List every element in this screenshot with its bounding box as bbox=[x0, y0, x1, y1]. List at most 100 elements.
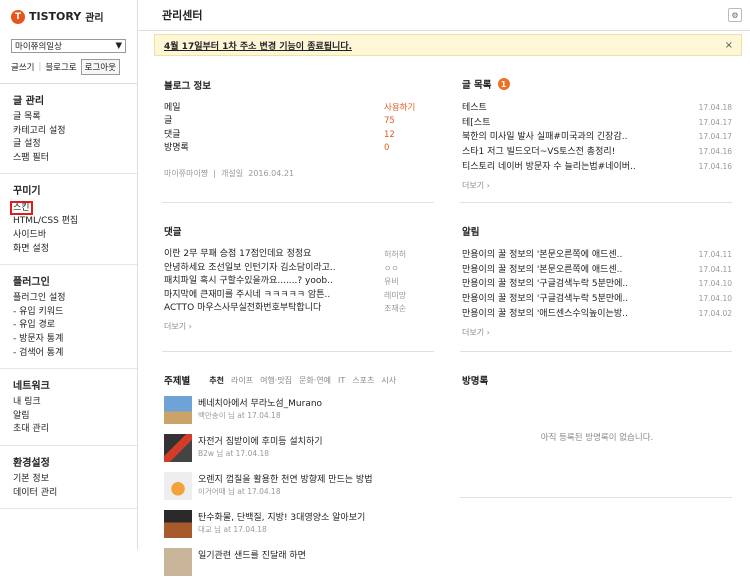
sidebar-item-visitor-stats[interactable]: - 방문자 통계 bbox=[13, 333, 137, 347]
post-title[interactable]: 스타1 저그 빌드오더~VS토스전 총정리! bbox=[462, 145, 615, 160]
list-item[interactable]: 만용이의 꿀 정보의 '구글검색누락 5분만에.. 17.04.10 bbox=[462, 277, 732, 292]
post-title[interactable]: 테스트 bbox=[462, 101, 487, 116]
feed-title[interactable]: 베네치아에서 무라노섬_Murano bbox=[198, 398, 322, 410]
thumbnail[interactable] bbox=[164, 396, 192, 424]
sidebar-item-invites[interactable]: 초대 관리 bbox=[13, 423, 137, 437]
list-item[interactable]: 티스토리 네이버 방문자 수 늘리는법#네이버.. 17.04.16 bbox=[462, 160, 732, 175]
post-count[interactable]: 75 bbox=[384, 115, 395, 128]
post-title[interactable]: 북한의 미사일 발사 실패#미국과의 긴장감.. bbox=[462, 130, 627, 145]
sidebar-item-skin[interactable]: 스킨 bbox=[10, 201, 33, 216]
comment-count[interactable]: 12 bbox=[384, 129, 395, 142]
blog-info-panel: 블로그 정보 메일 사용하기 글 75 댓글 12 방명록 0 마이쮸마이쨩 | 개설일… bbox=[164, 78, 434, 179]
list-item[interactable]: 일기관련 샌드를 진달래 하면 bbox=[164, 548, 434, 577]
post-title[interactable]: 티스토리 네이버 방문자 수 늘리는법#네이버.. bbox=[462, 160, 636, 175]
sidebar-group-plugins: 플러그인 플러그인 설정 - 유입 키워드 - 유입 경로 - 방문자 통계 -… bbox=[0, 265, 137, 370]
comment-text[interactable]: ACTTO 마우스사무실전화번호부탁합니다 bbox=[164, 302, 384, 316]
list-item[interactable]: 만용이의 꿀 정보의 '애드센스수익높이는방.. 17.04.02 bbox=[462, 307, 732, 322]
top-links: 글쓰기 | 블로그로 로그아웃 bbox=[0, 53, 137, 84]
list-item[interactable]: ACTTO 마우스사무실전화번호부탁합니다 조재순 bbox=[164, 302, 434, 316]
alert-text[interactable]: 만용이의 꿀 정보의 '본문오른쪽에 애드센.. bbox=[462, 248, 622, 263]
sidebar-item-post-list[interactable]: 글 목록 bbox=[13, 111, 137, 125]
feed-title[interactable]: 오렌지 껍질을 활용한 천연 방향제 만드는 방법 bbox=[198, 474, 373, 486]
list-item[interactable]: 베네치아에서 무라노섬_Murano 백만송이 님 at 17.04.18 bbox=[164, 396, 434, 425]
sidebar-item-inflow-keywords[interactable]: - 유입 키워드 bbox=[13, 306, 137, 320]
tistory-logo-icon: T bbox=[11, 9, 25, 24]
notice-link[interactable]: 4월 17일부터 1차 주소 변경 기능이 종료됩니다. bbox=[164, 39, 352, 52]
sidebar-item-basic-info[interactable]: 기본 정보 bbox=[13, 473, 137, 487]
thumbnail[interactable] bbox=[164, 548, 192, 576]
list-item[interactable]: 만용이의 꿀 정보의 '본문오른쪽에 애드센.. 17.04.11 bbox=[462, 263, 732, 278]
list-item[interactable]: 자전거 짐받이에 후미등 설치하기 B2w 님 at 17.04.18 bbox=[164, 434, 434, 463]
gear-icon[interactable]: ⚙ bbox=[728, 8, 742, 22]
logo-text: TISTORY bbox=[29, 10, 82, 23]
comment-text[interactable]: 이란 2무 무패 승점 17점인데요 정정요 bbox=[164, 248, 384, 262]
comments-more-link[interactable]: 더보기 › bbox=[164, 321, 434, 332]
blog-home-link[interactable]: 블로그로 bbox=[45, 61, 76, 73]
list-item[interactable]: 만용이의 꿀 정보의 '본문오른쪽에 애드센.. 17.04.11 bbox=[462, 248, 732, 263]
list-item[interactable]: 테스트 17.04.18 bbox=[462, 101, 732, 116]
tab-travel[interactable]: 여행·맛집 bbox=[260, 375, 292, 386]
sidebar-item-spam-filter[interactable]: 스팸 필터 bbox=[13, 152, 137, 166]
tab-news[interactable]: 시사 bbox=[381, 375, 396, 386]
divider bbox=[162, 202, 434, 203]
write-link[interactable]: 글쓰기 bbox=[11, 61, 34, 73]
sidebar-item-post-settings[interactable]: 글 설정 bbox=[13, 138, 137, 152]
tab-recommend[interactable]: 추천 bbox=[209, 375, 224, 386]
list-item[interactable]: 마지막에 큰재미를 주시네 ㅋㅋㅋㅋㅋ 암튼.. 레미망 bbox=[164, 289, 434, 303]
sidebar-item-data[interactable]: 데이터 관리 bbox=[13, 487, 137, 501]
list-item[interactable]: 스타1 저그 빌드오더~VS토스전 총정리! 17.04.16 bbox=[462, 145, 732, 160]
sidebar-item-my-links[interactable]: 내 링크 bbox=[13, 396, 137, 410]
tab-it[interactable]: IT bbox=[338, 376, 345, 385]
guestbook-title: 방명록 bbox=[462, 376, 489, 387]
tab-life[interactable]: 라이프 bbox=[231, 375, 253, 386]
list-item[interactable]: 만용이의 꿀 정보의 '구글검색누락 5분만에.. 17.04.10 bbox=[462, 292, 732, 307]
tab-culture[interactable]: 문화·연예 bbox=[299, 375, 331, 386]
list-item[interactable]: 오렌지 껍질을 활용한 천연 방향제 만드는 방법 이거어때 님 at 17.04… bbox=[164, 472, 434, 501]
tab-sports[interactable]: 스포츠 bbox=[352, 375, 374, 386]
thumbnail[interactable] bbox=[164, 510, 192, 538]
comment-text[interactable]: 안녕하세요 조선일보 인턴기자 김소담이라고.. bbox=[164, 262, 384, 276]
comments-panel: 댓글 이란 2무 무패 승점 17점인데요 정정요 허허허 안녕하세요 조선일보 … bbox=[164, 224, 434, 332]
alert-text[interactable]: 만용이의 꿀 정보의 '애드센스수익높이는방.. bbox=[462, 307, 628, 322]
sidebar-item-screen[interactable]: 화면 설정 bbox=[13, 243, 137, 257]
sidebar-item-plugin-settings[interactable]: 플러그인 설정 bbox=[13, 292, 137, 306]
alert-date: 17.04.11 bbox=[698, 264, 732, 274]
post-title[interactable]: 테[스트 bbox=[462, 116, 490, 131]
list-item[interactable]: 탄수화물, 단백질, 지방! 3대영양소 알아보기 대교 님 at 17.04.1… bbox=[164, 510, 434, 539]
mail-use-link[interactable]: 사용하기 bbox=[384, 102, 415, 115]
blog-info-title: 블로그 정보 bbox=[164, 81, 212, 92]
comment-text[interactable]: 마지막에 큰재미를 주시네 ㅋㅋㅋㅋㅋ 암튼.. bbox=[164, 289, 384, 303]
thumbnail[interactable] bbox=[164, 472, 192, 500]
blog-select[interactable]: 마이쮸의일상 ▼ bbox=[11, 39, 126, 53]
logout-button[interactable]: 로그아웃 bbox=[80, 59, 120, 75]
divider bbox=[460, 497, 732, 498]
list-item[interactable]: 패치파일 혹시 구할수있을까요.......? yoob.. 유비 bbox=[164, 275, 434, 289]
feed-title[interactable]: 일기관련 샌드를 진달래 하면 bbox=[198, 550, 306, 562]
alert-text[interactable]: 만용이의 꿀 정보의 '구글검색누락 5분만에.. bbox=[462, 292, 628, 307]
alerts-more-link[interactable]: 더보기 › bbox=[462, 327, 732, 338]
sidebar-item-search-stats[interactable]: - 검색어 통계 bbox=[13, 347, 137, 361]
feed-title[interactable]: 자전거 짐받이에 후미등 설치하기 bbox=[198, 436, 323, 448]
sidebar-item-inflow-path[interactable]: - 유입 경로 bbox=[13, 319, 137, 333]
feed-title[interactable]: 탄수화물, 단백질, 지방! 3대영양소 알아보기 bbox=[198, 512, 365, 524]
sidebar-group-settings: 환경설정 기본 정보 데이터 관리 bbox=[0, 446, 137, 510]
guestbook-count[interactable]: 0 bbox=[384, 142, 389, 155]
list-item[interactable]: 테[스트 17.04.17 bbox=[462, 116, 732, 131]
alert-date: 17.04.02 bbox=[698, 308, 732, 318]
thumbnail[interactable] bbox=[164, 434, 192, 462]
sidebar-item-sidebar[interactable]: 사이드바 bbox=[13, 229, 137, 243]
sidebar-item-alerts[interactable]: 알림 bbox=[13, 410, 137, 424]
alert-text[interactable]: 만용이의 꿀 정보의 '구글검색누락 5분만에.. bbox=[462, 277, 628, 292]
main-content: 관리센터 ⚙ 4월 17일부터 1차 주소 변경 기능이 종료됩니다. × 블로… bbox=[138, 0, 750, 576]
tistory-logo[interactable]: T TISTORY 관리 bbox=[0, 0, 137, 33]
sidebar-item-category[interactable]: 카테고리 설정 bbox=[13, 125, 137, 139]
list-item[interactable]: 북한의 미사일 발사 실패#미국과의 긴장감.. 17.04.17 bbox=[462, 130, 732, 145]
alert-text[interactable]: 만용이의 꿀 정보의 '본문오른쪽에 애드센.. bbox=[462, 263, 622, 278]
post-more-link[interactable]: 더보기 › bbox=[462, 180, 732, 191]
list-item[interactable]: 안녕하세요 조선일보 인턴기자 김소담이라고.. ㅇㅇ bbox=[164, 262, 434, 276]
sidebar-item-html-css[interactable]: HTML/CSS 편집 bbox=[13, 215, 137, 229]
list-item[interactable]: 이란 2무 무패 승점 17점인데요 정정요 허허허 bbox=[164, 248, 434, 262]
comment-text[interactable]: 패치파일 혹시 구할수있을까요.......? yoob.. bbox=[164, 275, 384, 289]
sidebar-group-title: 글 관리 bbox=[13, 96, 45, 107]
close-icon[interactable]: × bbox=[725, 40, 733, 51]
